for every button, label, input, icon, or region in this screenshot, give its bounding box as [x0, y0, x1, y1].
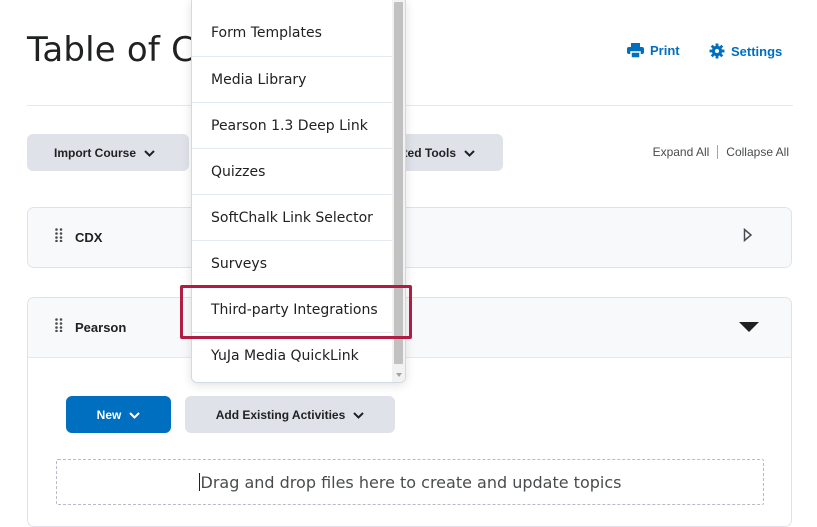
module-header[interactable]: CDX	[28, 208, 791, 267]
caret-right-icon[interactable]	[743, 227, 753, 247]
menu-scrollbar[interactable]	[392, 0, 405, 382]
menu-item-surveys[interactable]: Surveys	[192, 240, 392, 286]
collapse-all-link[interactable]: Collapse All	[726, 145, 789, 159]
menu-item-pearson-deep-link[interactable]: Pearson 1.3 Deep Link	[192, 102, 392, 148]
menu-item-yuja-media-quicklink[interactable]: YuJa Media QuickLink	[192, 332, 392, 378]
chevron-down-icon	[353, 408, 365, 422]
gear-icon	[709, 43, 725, 59]
text-cursor	[198, 473, 200, 491]
caret-down-icon[interactable]	[739, 319, 759, 337]
file-dropzone[interactable]: Drag and drop files here to create and u…	[56, 459, 764, 505]
chevron-down-icon	[144, 146, 155, 160]
drag-handle-icon[interactable]	[55, 228, 63, 247]
add-existing-activities-button[interactable]: Add Existing Activities	[185, 396, 395, 433]
menu-item-label: Media Library	[211, 71, 307, 88]
print-icon	[627, 43, 644, 58]
print-button[interactable]: Print	[627, 43, 680, 58]
menu-item-label: Pearson 1.3 Deep Link	[211, 117, 368, 134]
module-header[interactable]: Pearson	[28, 298, 791, 358]
settings-label: Settings	[731, 43, 783, 59]
import-course-label: Import Course	[54, 145, 137, 160]
module-cdx: CDX	[27, 207, 792, 268]
scrollbar-thumb[interactable]	[394, 2, 403, 364]
print-label: Print	[650, 43, 680, 58]
module-title: CDX	[75, 230, 103, 245]
module-title: Pearson	[75, 320, 127, 335]
menu-item-media-library[interactable]: Media Library	[192, 56, 392, 102]
scroll-down-arrow-icon[interactable]	[396, 373, 402, 377]
chevron-down-icon	[464, 146, 475, 160]
new-button[interactable]: New	[66, 396, 171, 433]
menu-item-quizzes[interactable]: Quizzes	[192, 148, 392, 194]
menu-item-label: SoftChalk Link Selector	[211, 209, 373, 226]
menu-item-form-templates[interactable]: Form Templates	[192, 10, 392, 56]
dropzone-text: Drag and drop files here to create and u…	[200, 472, 622, 492]
menu-item-label: Surveys	[211, 255, 267, 272]
menu-item-label: YuJa Media QuickLink	[211, 347, 359, 364]
new-label: New	[96, 407, 122, 422]
divider	[717, 145, 719, 159]
menu-item-label: Third-party Integrations	[211, 301, 378, 318]
import-course-button[interactable]: Import Course	[27, 134, 189, 171]
expand-all-link[interactable]: Expand All	[653, 145, 710, 159]
settings-button[interactable]: Settings	[709, 43, 782, 59]
related-tools-menu: Form Templates Media Library Pearson 1.3…	[191, 0, 406, 383]
add-existing-label: Add Existing Activities	[215, 407, 346, 422]
menu-item-softchalk-link-selector[interactable]: SoftChalk Link Selector	[192, 194, 392, 240]
menu-item-label: Quizzes	[211, 163, 266, 180]
menu-item-third-party-integrations[interactable]: Third-party Integrations	[192, 286, 392, 332]
header-divider	[27, 105, 793, 106]
drag-handle-icon[interactable]	[55, 318, 63, 337]
expand-collapse-controls: Expand All Collapse All	[653, 145, 789, 159]
chevron-down-icon	[129, 408, 141, 422]
menu-item-label: Form Templates	[211, 25, 322, 41]
